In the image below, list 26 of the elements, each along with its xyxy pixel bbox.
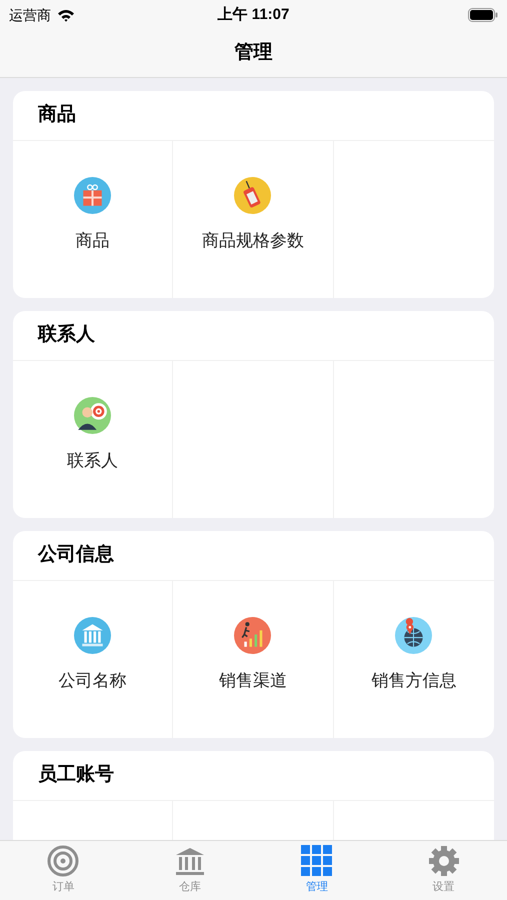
grid-item[interactable]: 公司名称 [13, 581, 174, 738]
status-time: 上午 11:07 [218, 4, 290, 25]
tab-bar-item[interactable]: 管理 [254, 841, 380, 900]
grid-item[interactable]: 商品规格参数 [173, 141, 334, 298]
battery-icon [468, 8, 498, 22]
grid-item[interactable]: 商品 [13, 141, 174, 298]
grid-icon [300, 845, 333, 878]
wifi-icon [57, 8, 75, 22]
settings-icon [428, 845, 460, 878]
nav-title: 管理 [234, 41, 272, 66]
person-target-icon [74, 397, 112, 434]
carrier-name: 运营商 [9, 6, 51, 24]
tag-icon [234, 177, 272, 214]
section-title: 公司信息 [38, 543, 114, 568]
bank-icon [74, 617, 112, 654]
gift-icon [74, 177, 112, 214]
bank-icon [174, 845, 206, 878]
grid-item[interactable]: 销售方信息 [334, 581, 494, 738]
runner-chart-icon [234, 617, 272, 654]
grid-item[interactable]: 联系人 [13, 361, 174, 518]
section-title: 联系人 [38, 322, 95, 348]
section-title: 员工账号 [38, 763, 114, 788]
grid-item[interactable]: 销售渠道 [173, 581, 334, 738]
globe-pin-icon [395, 617, 432, 654]
target-icon [47, 845, 80, 878]
section-title: 商品 [38, 102, 76, 128]
